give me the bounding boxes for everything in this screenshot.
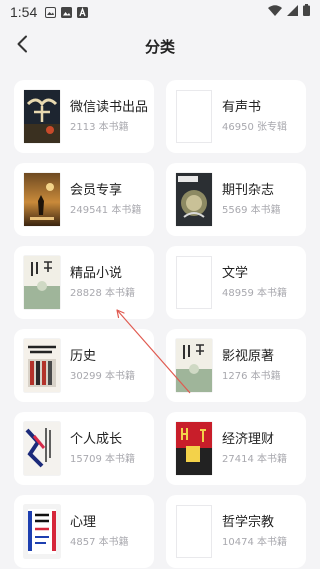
- wifi-icon: [268, 4, 282, 20]
- book-cover: [176, 173, 212, 226]
- category-card-audiobooks[interactable]: 有声书 46950 张专辑: [166, 80, 306, 153]
- category-card-film-originals[interactable]: 影视原著 1276 本书籍: [166, 329, 306, 402]
- category-count: 249541 本书籍: [70, 204, 142, 216]
- book-cover-placeholder: [176, 90, 212, 143]
- battery-icon: [303, 4, 310, 20]
- category-count: 46950 张专辑: [222, 121, 287, 133]
- category-name: 期刊杂志: [222, 182, 275, 198]
- category-name: 会员专享: [70, 182, 123, 198]
- book-cover: [176, 422, 212, 475]
- book-cover-placeholder: [176, 256, 212, 309]
- category-name: 经济理财: [222, 431, 275, 447]
- category-name: 个人成长: [70, 431, 123, 447]
- category-count: 15709 本书籍: [70, 453, 135, 465]
- book-cover-placeholder: [176, 505, 212, 558]
- category-count: 10474 本书籍: [222, 536, 287, 548]
- category-name: 精品小说: [70, 265, 123, 281]
- category-card-finance[interactable]: 经济理财 27414 本书籍: [166, 412, 306, 485]
- category-card-premium-novels[interactable]: 精品小说 28828 本书籍: [14, 246, 154, 319]
- category-name: 文学: [222, 265, 249, 281]
- category-grid: 微信读书出品 2113 本书籍 有声书 46950 张专辑 会员专享 24954…: [14, 80, 306, 568]
- status-bar: 1:54: [0, 0, 320, 24]
- book-cover: [24, 505, 60, 558]
- category-card-magazines[interactable]: 期刊杂志 5569 本书籍: [166, 163, 306, 236]
- back-button[interactable]: [10, 34, 34, 58]
- category-count: 5569 本书籍: [222, 204, 281, 216]
- book-cover: [24, 173, 60, 226]
- category-name: 哲学宗教: [222, 514, 275, 530]
- category-count: 27414 本书籍: [222, 453, 287, 465]
- category-count: 28828 本书籍: [70, 287, 135, 299]
- signal-icon: [287, 4, 298, 20]
- category-card-philosophy-religion[interactable]: 哲学宗教 10474 本书籍: [166, 495, 306, 568]
- category-name: 影视原著: [222, 348, 275, 364]
- a-icon: [77, 6, 89, 18]
- chevron-left-icon: [16, 35, 28, 57]
- book-cover: [176, 339, 212, 392]
- category-count: 30299 本书籍: [70, 370, 135, 382]
- book-cover: [24, 422, 60, 475]
- category-count: 2113 本书籍: [70, 121, 129, 133]
- category-count: 1276 本书籍: [222, 370, 281, 382]
- category-card-history[interactable]: 历史 30299 本书籍: [14, 329, 154, 402]
- image-icon: [45, 6, 57, 18]
- book-cover: [24, 90, 60, 143]
- category-card-member-exclusive[interactable]: 会员专享 249541 本书籍: [14, 163, 154, 236]
- page-title: 分类: [144, 37, 175, 56]
- category-card-literature[interactable]: 文学 48959 本书籍: [166, 246, 306, 319]
- category-count: 48959 本书籍: [222, 287, 287, 299]
- header: 分类: [0, 24, 320, 68]
- picture-icon: [61, 6, 73, 18]
- category-card-personal-growth[interactable]: 个人成长 15709 本书籍: [14, 412, 154, 485]
- category-name: 心理: [70, 514, 97, 530]
- category-name: 历史: [70, 348, 97, 364]
- book-cover: [24, 256, 60, 309]
- category-count: 4857 本书籍: [70, 536, 129, 548]
- category-card-psychology[interactable]: 心理 4857 本书籍: [14, 495, 154, 568]
- status-time: 1:54: [10, 4, 38, 20]
- category-name: 微信读书出品: [70, 99, 149, 115]
- category-name: 有声书: [222, 99, 262, 115]
- book-cover: [24, 339, 60, 392]
- category-card-wechat-originals[interactable]: 微信读书出品 2113 本书籍: [14, 80, 154, 153]
